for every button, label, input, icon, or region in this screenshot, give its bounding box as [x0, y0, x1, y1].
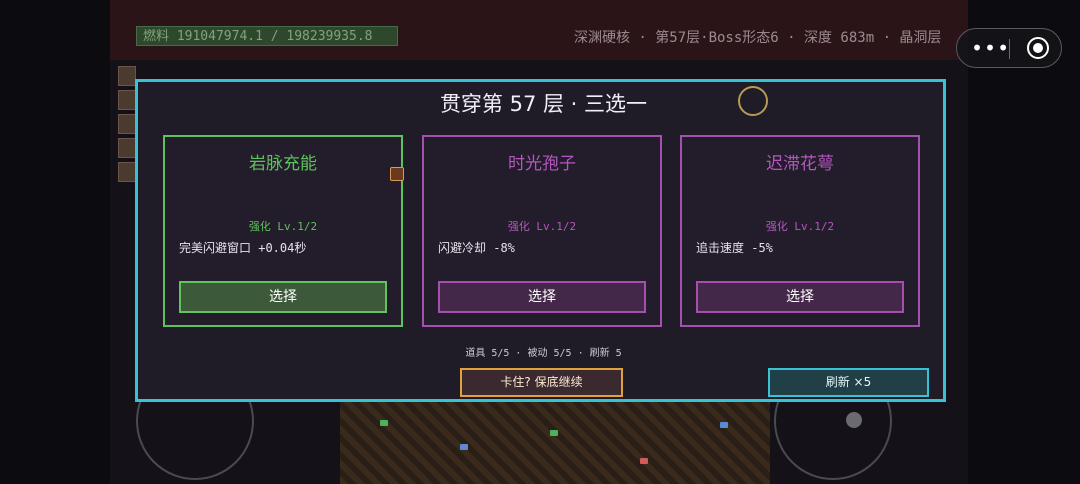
- card-effect: 完美闪避窗口 +0.04秒: [179, 241, 307, 255]
- miniprogram-capsule: •••: [956, 28, 1062, 68]
- left-letterbox: [0, 0, 110, 484]
- select-button[interactable]: 选择: [438, 281, 646, 313]
- card-effect: 追击速度 -5%: [696, 241, 773, 255]
- item-badge-icon: [390, 167, 404, 181]
- item-slot-icon: [118, 138, 136, 158]
- item-slot-icon: [118, 66, 136, 86]
- stuck-continue-button[interactable]: 卡住? 保底继续: [460, 368, 623, 397]
- close-target-icon[interactable]: [1027, 37, 1049, 59]
- cave-terrain: [340, 400, 770, 484]
- card-level: 强化 Lv.1/2: [765, 220, 835, 233]
- side-icon-column: [118, 66, 136, 186]
- fuel-bar: 燃料 191047974.1 / 198239935.8: [136, 26, 398, 46]
- card-effect: 闪避冷却 -8%: [438, 241, 515, 255]
- ring-icon: [738, 86, 768, 116]
- gem-icon: [380, 420, 388, 426]
- card-level: 强化 Lv.1/2: [248, 220, 318, 233]
- card-name: 岩脉充能: [249, 154, 317, 174]
- choice-card-3[interactable]: 迟滞花萼 强化 Lv.1/2 追击速度 -5% 选择: [680, 135, 920, 327]
- capsule-divider: [1009, 39, 1010, 59]
- select-button[interactable]: 选择: [696, 281, 904, 313]
- item-slot-icon: [118, 162, 136, 182]
- card-level: 强化 Lv.1/2: [507, 220, 577, 233]
- inventory-counts: 道具 5/5 · 被动 5/5 · 刷新 5: [465, 348, 622, 359]
- gem-icon: [460, 444, 468, 450]
- gem-icon: [640, 458, 648, 464]
- right-letterbox: [968, 0, 1080, 484]
- refresh-button[interactable]: 刷新 ×5: [768, 368, 929, 397]
- item-slot-icon: [118, 90, 136, 110]
- status-text: 深渊硬核 · 第57层·Boss形态6 · 深度 683m · 晶洞层: [574, 30, 942, 46]
- modal-title: 贯穿第 57 层 · 三选一: [439, 92, 648, 116]
- item-slot-icon: [118, 114, 136, 134]
- gem-icon: [720, 422, 728, 428]
- joystick-knob: [846, 412, 862, 428]
- choice-card-1[interactable]: 岩脉充能 强化 Lv.1/2 完美闪避窗口 +0.04秒 选择: [163, 135, 403, 327]
- upgrade-choice-modal: 贯穿第 57 层 · 三选一 岩脉充能 强化 Lv.1/2 完美闪避窗口 +0.…: [135, 79, 946, 402]
- more-icon[interactable]: •••: [971, 38, 1009, 58]
- card-name: 迟滞花萼: [766, 154, 834, 174]
- card-name: 时光孢子: [508, 154, 576, 174]
- gem-icon: [550, 430, 558, 436]
- select-button[interactable]: 选择: [179, 281, 387, 313]
- choice-card-2[interactable]: 时光孢子 强化 Lv.1/2 闪避冷却 -8% 选择: [422, 135, 662, 327]
